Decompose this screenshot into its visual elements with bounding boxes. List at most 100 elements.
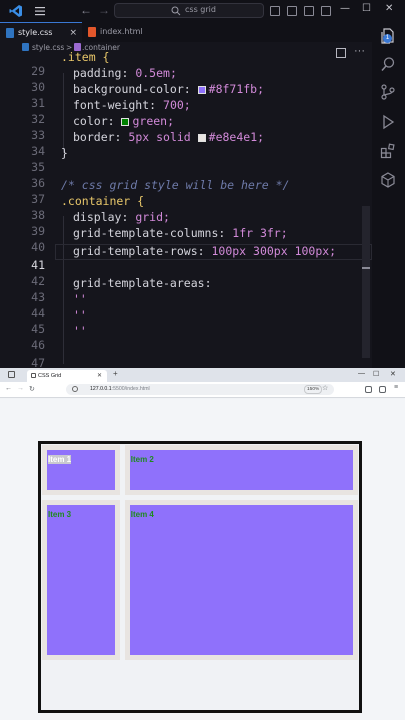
code-line: 32 font-weight: 700; xyxy=(0,98,372,126)
page-favicon-icon xyxy=(31,373,36,378)
close-tab-icon[interactable]: ✕ xyxy=(97,370,102,382)
line-number: 47 xyxy=(31,356,45,368)
share-icon[interactable] xyxy=(379,386,386,393)
browser-tab-title: CSS Grid xyxy=(38,373,62,379)
search-icon xyxy=(171,6,181,16)
tab-label: index.html xyxy=(100,27,143,36)
code-line: 42 xyxy=(0,260,372,288)
close-tab-icon[interactable]: × xyxy=(69,23,77,43)
css-property: padding xyxy=(73,66,122,80)
shield-icon[interactable] xyxy=(365,386,372,393)
code-line: 43 grid-template-areas: xyxy=(0,276,372,304)
maximize-icon[interactable]: ☐ xyxy=(362,3,371,14)
search-text: css grid xyxy=(185,5,216,14)
menu-icon[interactable]: ≡ xyxy=(394,384,398,391)
css-value: 1fr 3fr; xyxy=(232,226,288,240)
reload-icon[interactable]: ↻ xyxy=(29,385,35,393)
css-value: 700; xyxy=(163,98,191,112)
title-bar: ← → css grid — ☐ ✕ xyxy=(0,0,405,22)
code-line: 36 xyxy=(0,162,372,190)
page-viewport: Item 1 Item 2 Item 3 Item 4 xyxy=(0,399,405,720)
css-property: grid-template-areas xyxy=(73,276,205,290)
explorer-badge: 1 xyxy=(383,34,392,43)
code-line: 31 background-color: #8f71fb; xyxy=(0,82,372,110)
grid-container: Item 1 Item 2 Item 3 Item 4 xyxy=(38,441,362,713)
code-line: 35 } xyxy=(0,146,372,174)
css-value: green; xyxy=(132,114,175,128)
back-arrow-icon[interactable]: ← xyxy=(5,385,12,392)
css-property: background-color xyxy=(73,82,184,96)
close-window-icon[interactable]: ✕ xyxy=(385,3,393,14)
browser-toolbar: ← → ↻ 127.0.0.1:5500/index.html 150% ☆ ≡ xyxy=(0,382,405,398)
code-line: 47 xyxy=(0,342,372,368)
toggle-secondary-sidebar-icon[interactable] xyxy=(304,6,314,16)
code-line: 29 .item { xyxy=(0,50,372,78)
grid-item-2: Item 2 xyxy=(124,445,358,495)
remote-explorer-icon[interactable] xyxy=(380,172,396,188)
color-swatch[interactable] xyxy=(121,118,130,126)
grid-item-1: Item 1 xyxy=(42,445,120,495)
back-arrow-icon[interactable]: ← xyxy=(80,3,92,17)
code-editor[interactable]: 29 .item { 30 padding: 0.5em; 31 backgro… xyxy=(0,50,372,368)
code-text: .container { xyxy=(61,194,145,208)
css-property: color xyxy=(73,114,108,128)
new-tab-icon[interactable]: + xyxy=(113,369,118,378)
toggle-primary-sidebar-icon[interactable] xyxy=(270,6,280,16)
extensions-icon[interactable] xyxy=(380,143,396,159)
forward-arrow-icon[interactable]: → xyxy=(98,3,110,17)
color-swatch[interactable] xyxy=(197,134,206,142)
zoom-indicator[interactable]: 150% xyxy=(304,385,323,394)
code-string: '' xyxy=(73,324,87,338)
css-value: 100px 300px 100px; xyxy=(211,244,337,258)
minimize-icon[interactable]: — xyxy=(358,370,365,377)
code-string: '' xyxy=(73,292,87,306)
grid-item-label: Item 2 xyxy=(130,455,154,464)
vscode-logo-icon xyxy=(9,5,22,17)
maximize-icon[interactable]: ☐ xyxy=(373,370,379,378)
address-bar[interactable]: 127.0.0.1:5500/index.html 150% ☆ xyxy=(66,384,334,395)
editor-scrollbar[interactable] xyxy=(362,206,370,358)
close-window-icon[interactable]: ✕ xyxy=(390,370,396,378)
grid-item-label: Item 4 xyxy=(130,510,154,519)
code-comment: /* css grid style will be here */ xyxy=(61,178,290,192)
forward-arrow-icon[interactable]: → xyxy=(17,385,24,392)
css-value: grid; xyxy=(135,210,170,224)
menu-icon[interactable] xyxy=(34,5,46,17)
code-line: 34 border: 5px solid #e8e4e1; xyxy=(0,130,372,158)
css-value: #8f71fb; xyxy=(208,82,265,96)
css-file-icon xyxy=(6,28,14,38)
tab-label: style.css xyxy=(18,28,53,37)
code-string: '' xyxy=(73,308,87,322)
color-swatch[interactable] xyxy=(197,86,206,94)
run-debug-icon[interactable] xyxy=(380,114,396,130)
tab-index-html[interactable]: index.html xyxy=(82,22,162,42)
browser-tab[interactable]: CSS Grid ✕ xyxy=(27,370,107,382)
minimize-icon[interactable]: — xyxy=(340,3,350,14)
grid-item-label: Item 1 xyxy=(48,455,72,464)
css-property: border xyxy=(73,130,115,144)
code-text: .item { xyxy=(61,50,110,64)
grid-item-4: Item 4 xyxy=(124,500,358,660)
css-property: grid-template-rows xyxy=(73,244,198,258)
command-center-search[interactable]: css grid xyxy=(114,3,264,18)
source-control-icon[interactable] xyxy=(380,84,396,100)
bookmark-star-icon[interactable]: ☆ xyxy=(322,384,328,392)
grid-item-label: Item 3 xyxy=(48,510,72,519)
code-line: 30 padding: 0.5em; xyxy=(0,66,372,94)
css-value: 5px solid xyxy=(128,130,191,144)
site-info-icon[interactable] xyxy=(72,386,78,392)
tab-actions-icon[interactable] xyxy=(8,371,15,378)
editor-tab-bar: style.css × index.html ··· xyxy=(0,22,372,58)
css-property: display xyxy=(73,210,122,224)
toggle-panel-icon[interactable] xyxy=(287,6,297,16)
scrollbar-cursor-marker xyxy=(362,267,370,269)
code-text: } xyxy=(61,146,68,160)
tab-style-css[interactable]: style.css × xyxy=(0,22,82,42)
code-line: 40 grid-template-columns: 1fr 3fr; xyxy=(0,226,372,254)
css-property: grid-template-columns xyxy=(73,226,219,240)
search-icon[interactable] xyxy=(380,56,396,72)
vscode-window: ← → css grid — ☐ ✕ style.css × index.htm… xyxy=(0,0,405,368)
customize-layout-icon[interactable] xyxy=(321,6,331,16)
browser-tab-strip: CSS Grid ✕ + — ☐ ✕ xyxy=(0,368,405,382)
screen: ← → css grid — ☐ ✕ style.css × index.htm… xyxy=(0,0,405,720)
